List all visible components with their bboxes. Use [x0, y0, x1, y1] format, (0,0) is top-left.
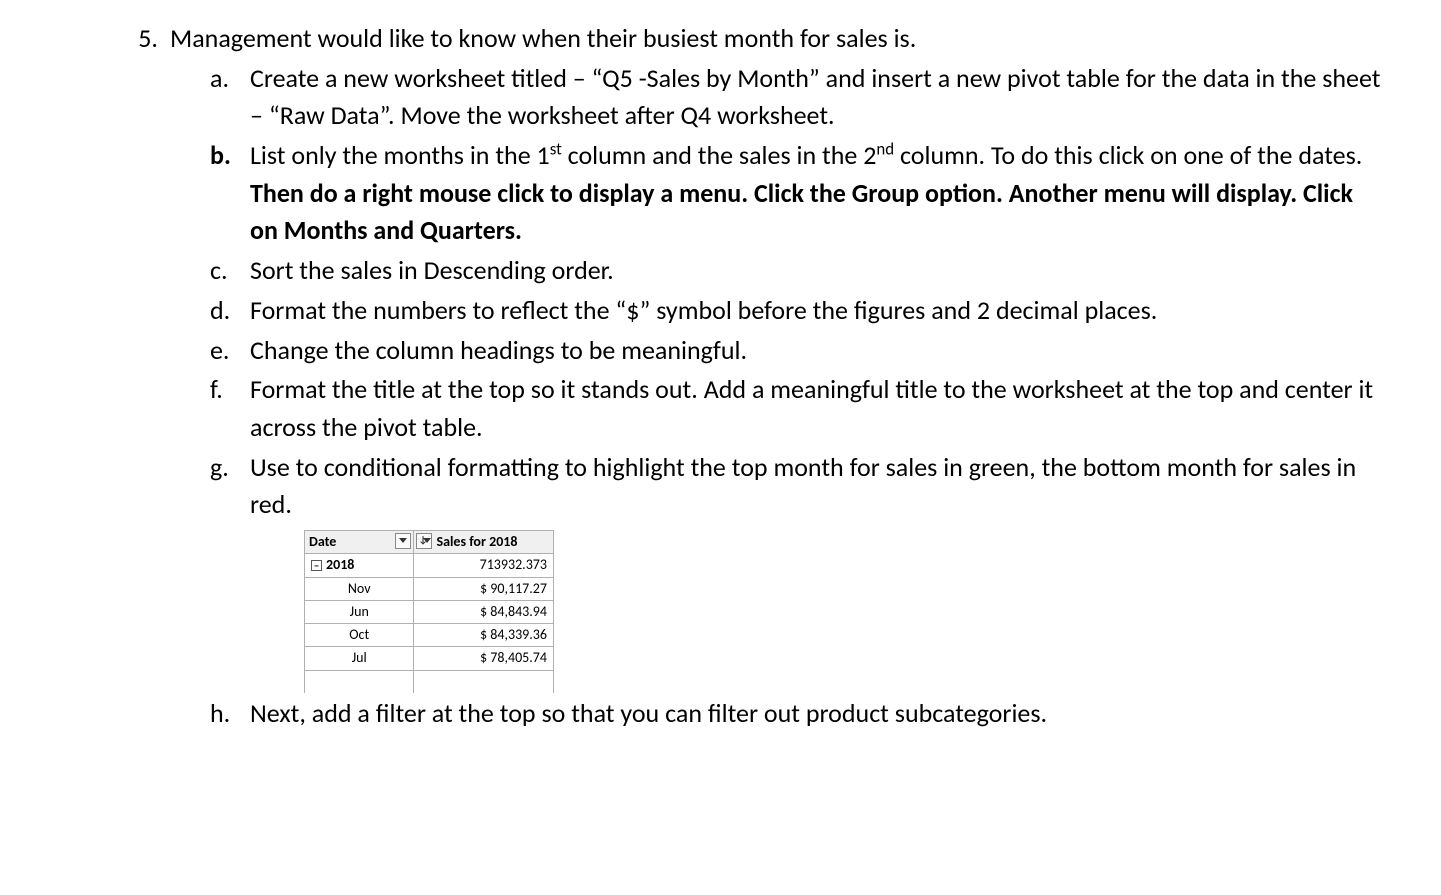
sub-item-c: c. Sort the sales in Descending order.	[210, 252, 1381, 290]
sub-item-e: e. Change the column headings to be mean…	[210, 332, 1381, 370]
pivot-year-label: 2018	[326, 556, 354, 573]
pivot-header-sales-label: Sales for 2018	[436, 533, 517, 550]
sub-item-b: b. List only the months in the 1st colum…	[210, 137, 1381, 250]
pivot-month: Jun	[305, 600, 414, 623]
sub-marker-c: c.	[210, 252, 240, 290]
sub-marker-g: g.	[210, 449, 240, 487]
sub-marker-d: d.	[210, 292, 240, 330]
sub-item-d: d. Format the numbers to reflect the “$”…	[210, 292, 1381, 330]
superscript-nd: nd	[876, 138, 894, 159]
sub-marker-f: f.	[210, 371, 240, 409]
sub-text-f: Format the title at the top so it stands…	[250, 373, 1373, 443]
pivot-row: Oct $ 84,339.36	[305, 624, 554, 647]
pivot-month: Nov	[305, 577, 414, 600]
superscript-st: st	[550, 138, 562, 159]
pivot-month: Oct	[305, 624, 414, 647]
pivot-header-sales[interactable]: Sales for 2018	[414, 530, 554, 553]
sub-text-b-part3: column. To do this click on one of the d…	[894, 139, 1362, 171]
filter-dropdown-icon[interactable]	[395, 533, 411, 549]
sub-item-h: h. Next, add a filter at the top so that…	[210, 695, 1381, 733]
pivot-value: $ 84,843.94	[414, 600, 554, 623]
sub-marker-e: e.	[210, 332, 240, 370]
sub-text-b-part1: List only the months in the 1	[250, 139, 550, 171]
question-5: 5. Management would like to know when th…	[110, 20, 1381, 733]
pivot-year-value: 713932.373	[414, 554, 554, 577]
sub-marker-h: h.	[210, 695, 240, 733]
question-intro: Management would like to know when their…	[170, 22, 916, 54]
sub-text-c: Sort the sales in Descending order.	[250, 254, 614, 286]
pivot-header-date-label: Date	[309, 533, 336, 550]
sub-marker-a: a.	[210, 60, 240, 98]
pivot-month: Jul	[305, 647, 414, 670]
sub-text-b-part2: column and the sales in the 2	[562, 139, 877, 171]
sub-text-d: Format the numbers to reflect the “$” sy…	[250, 294, 1157, 326]
pivot-year-row: −2018 713932.373	[305, 554, 554, 577]
sub-text-g: Use to conditional formatting to highlig…	[250, 451, 1356, 521]
pivot-row: Nov $ 90,117.27	[305, 577, 554, 600]
pivot-table-screenshot: Date Sales for 2018	[304, 530, 554, 693]
sub-item-a: a. Create a new worksheet titled – “Q5 -…	[210, 60, 1381, 135]
pivot-value: $ 78,405.74	[414, 647, 554, 670]
sub-text-a: Create a new worksheet titled – “Q5 -Sal…	[250, 62, 1380, 132]
pivot-row: Jul $ 78,405.74	[305, 647, 554, 670]
sub-text-b-bold: Then do a right mouse click to display a…	[250, 177, 1353, 247]
sub-text-h: Next, add a filter at the top so that yo…	[250, 697, 1047, 729]
sub-item-g: g. Use to conditional formatting to high…	[210, 449, 1381, 693]
pivot-row: Jun $ 84,843.94	[305, 600, 554, 623]
sort-dropdown-icon[interactable]	[416, 533, 432, 549]
document-page: 5. Management would like to know when th…	[0, 0, 1441, 753]
pivot-value: $ 90,117.27	[414, 577, 554, 600]
sub-item-f: f. Format the title at the top so it sta…	[210, 371, 1381, 446]
sub-text-e: Change the column headings to be meaning…	[250, 334, 747, 366]
question-number: 5.	[110, 20, 158, 58]
pivot-row-cutoff	[305, 670, 554, 693]
sub-marker-b: b.	[210, 137, 240, 175]
pivot-value: $ 84,339.36	[414, 624, 554, 647]
collapse-icon[interactable]: −	[311, 560, 322, 571]
pivot-header-date[interactable]: Date	[305, 530, 414, 553]
